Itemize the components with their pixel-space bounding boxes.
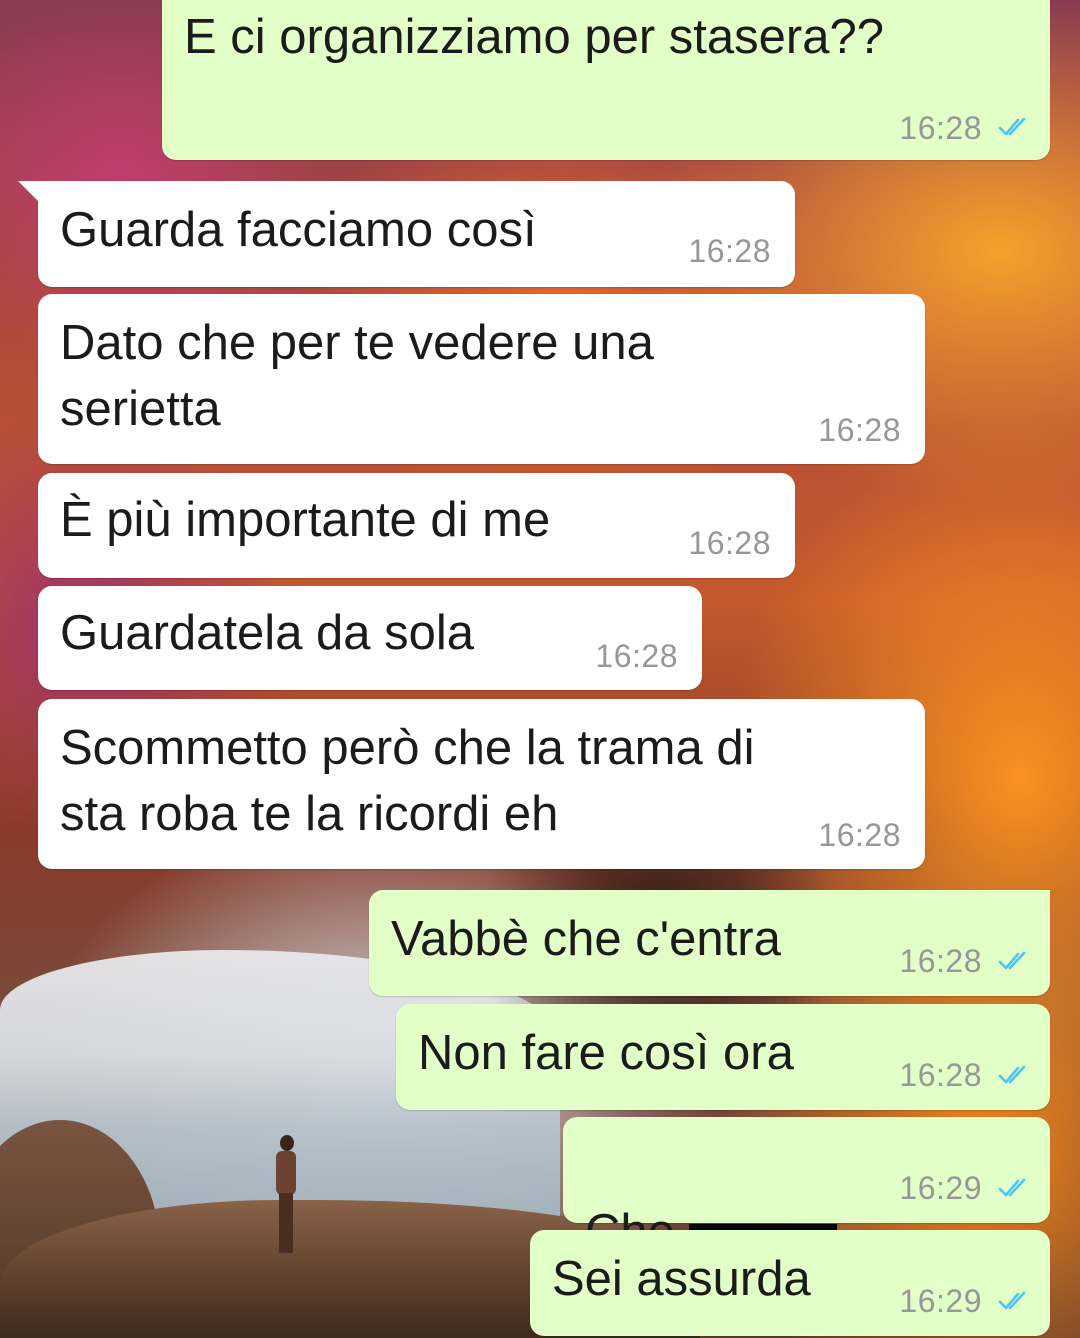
double-check-icon [998, 1291, 1026, 1310]
message-time: 16:28 [899, 1057, 982, 1093]
message-time: 16:28 [899, 110, 982, 146]
message-text: Non fare così ora [418, 1026, 794, 1080]
double-check-icon [998, 1065, 1026, 1084]
message-time: 16:29 [899, 1283, 982, 1319]
message-time: 16:28 [688, 233, 771, 269]
message-bubble-outgoing[interactable]: Vabbè che c'entra 16:28 [369, 890, 1050, 996]
double-check-icon [998, 951, 1026, 970]
message-time: 16:28 [899, 943, 982, 979]
double-check-icon [998, 1178, 1026, 1197]
message-time: 16:28 [818, 412, 901, 448]
message-bubble-incoming[interactable]: È più importante di me 16:28 [38, 473, 795, 578]
message-time: 16:28 [818, 817, 901, 853]
message-text: Sei assurda [552, 1252, 811, 1306]
message-text: Guarda facciamo così [60, 203, 537, 257]
message-time: 16:29 [899, 1170, 982, 1206]
message-bubble-incoming[interactable]: Dato che per te vedere una serietta 16:2… [38, 294, 925, 464]
message-text: E ci organizziamo per stasera?? [184, 10, 884, 64]
message-bubble-incoming[interactable]: Guarda facciamo così 16:28 [18, 181, 795, 287]
message-text: Vabbè che c'entra [391, 912, 781, 966]
message-text: È più importante di me [60, 493, 551, 547]
message-time: 16:28 [595, 638, 678, 674]
message-bubble-outgoing[interactable]: Che 16:29 [563, 1117, 1050, 1259]
wallpaper-person-figure [272, 1135, 298, 1255]
message-bubble-incoming[interactable]: Guardatela da sola 16:28 [38, 586, 702, 690]
bubble-tail [18, 181, 40, 203]
message-time: 16:28 [688, 525, 771, 561]
message-text: Dato che per te vedere una serietta [60, 316, 654, 436]
message-bubble-outgoing[interactable]: Non fare così ora 16:28 [396, 1004, 1050, 1110]
message-text: Guardatela da sola [60, 606, 475, 660]
double-check-icon [998, 117, 1026, 136]
message-bubble-outgoing[interactable]: Sei assurda 16:29 [530, 1230, 1050, 1336]
message-bubble-incoming[interactable]: Scommetto però che la trama di sta roba … [38, 699, 925, 869]
message-bubble-outgoing[interactable]: E ci organizziamo per stasera?? 16:28 [162, 0, 1050, 160]
message-text: Scommetto però che la trama di sta roba … [60, 721, 755, 841]
